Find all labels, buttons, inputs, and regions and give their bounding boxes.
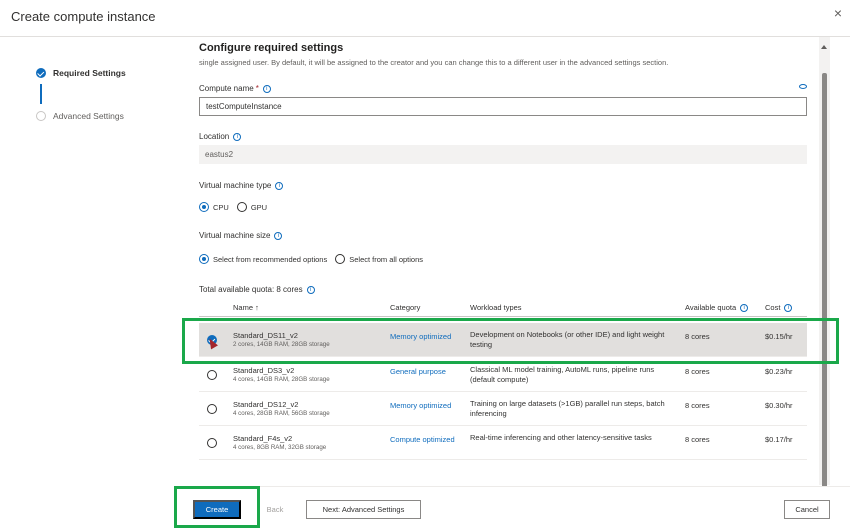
step-circle-icon: [36, 111, 46, 121]
table-row[interactable]: Standard_DS3_v2 4 cores, 14GB RAM, 28GB …: [199, 358, 807, 392]
info-icon[interactable]: i: [233, 132, 242, 141]
vm-cost: $0.15/hr: [765, 332, 793, 341]
row-radio[interactable]: [207, 404, 217, 414]
eye-icon[interactable]: [799, 84, 807, 89]
column-header-name[interactable]: Name ↑: [233, 303, 259, 312]
vm-category-link[interactable]: Compute optimized: [390, 435, 455, 444]
section-heading: Configure required settings: [199, 42, 344, 54]
table-row[interactable]: Standard_DS11_v2 2 cores, 14GB RAM, 28GB…: [199, 323, 807, 357]
vm-type-label: Virtual machine type i: [199, 181, 284, 190]
dialog-title: Create compute instance: [11, 9, 156, 24]
location-field: eastus2: [199, 145, 807, 164]
column-header-cost[interactable]: Cost i: [765, 303, 793, 312]
vm-name: Standard_F4s_v2: [233, 434, 293, 443]
info-icon[interactable]: i: [262, 84, 271, 93]
vm-name: Standard_DS11_v2: [233, 331, 298, 340]
vm-size-label: Virtual machine size i: [199, 231, 283, 240]
info-icon[interactable]: i: [275, 181, 284, 190]
next-advanced-settings-button[interactable]: Next: Advanced Settings: [306, 500, 421, 519]
vm-workload: Real-time inferencing and other latency-…: [470, 433, 652, 442]
info-icon[interactable]: i: [274, 231, 283, 240]
compute-name-input[interactable]: testComputeInstance: [199, 97, 807, 116]
back-button[interactable]: Back: [260, 500, 290, 519]
radio-all-options-label[interactable]: Select from all options: [349, 255, 423, 264]
info-icon[interactable]: i: [306, 285, 315, 294]
vm-specs: 4 cores, 14GB RAM, 28GB storage: [233, 376, 330, 383]
vm-workload: Development on Notebooks (or other IDE) …: [470, 330, 665, 349]
table-row[interactable]: Standard_DS12_v2 4 cores, 28GB RAM, 56GB…: [199, 392, 807, 426]
vertical-scrollbar[interactable]: [819, 37, 830, 510]
vm-specs: 4 cores, 28GB RAM, 56GB storage: [233, 410, 330, 417]
radio-cpu-label[interactable]: CPU: [213, 203, 229, 212]
radio-gpu-label[interactable]: GPU: [251, 203, 267, 212]
cancel-button[interactable]: Cancel: [784, 500, 830, 519]
vm-specs: 4 cores, 8GB RAM, 32GB storage: [233, 444, 327, 451]
vm-name: Standard_DS12_v2: [233, 400, 299, 409]
row-divider: [199, 459, 807, 460]
column-header-workload[interactable]: Workload types: [470, 303, 522, 312]
vm-workload: Classical ML model training, AutoML runs…: [470, 365, 655, 384]
title-bar: Create compute instance ×: [0, 0, 850, 36]
vm-category-link[interactable]: General purpose: [390, 367, 446, 376]
dialog-window: Create compute instance × Required Setti…: [0, 0, 850, 531]
table-row[interactable]: Standard_F4s_v2 4 cores, 8GB RAM, 32GB s…: [199, 426, 807, 460]
vm-quota: 8 cores: [685, 332, 710, 341]
radio-recommended[interactable]: [199, 254, 209, 264]
checkmark-icon: [36, 68, 46, 78]
vm-specs: 2 cores, 14GB RAM, 28GB storage: [233, 341, 330, 348]
vm-category-link[interactable]: Memory optimized: [390, 332, 451, 341]
create-button[interactable]: Create: [193, 500, 241, 519]
vm-cost: $0.30/hr: [765, 401, 793, 410]
vm-name: Standard_DS3_v2: [233, 366, 295, 375]
table-header-divider: [199, 316, 807, 317]
info-icon[interactable]: i: [784, 303, 793, 312]
step-label: Required Settings: [53, 68, 126, 78]
required-marker: *: [255, 84, 259, 93]
vm-cost: $0.23/hr: [765, 367, 793, 376]
radio-recommended-label[interactable]: Select from recommended options: [213, 255, 327, 264]
vm-quota: 8 cores: [685, 401, 710, 410]
vm-size-radio-group: Select from recommended options Select f…: [199, 254, 431, 264]
step-required-settings[interactable]: Required Settings: [36, 68, 126, 78]
vm-quota: 8 cores: [685, 367, 710, 376]
vm-cost: $0.17/hr: [765, 435, 793, 444]
quota-label: Total available quota: 8 cores i: [199, 285, 315, 294]
radio-cpu[interactable]: [199, 202, 209, 212]
vm-quota: 8 cores: [685, 435, 710, 444]
column-header-category[interactable]: Category: [390, 303, 420, 312]
vm-type-radio-group: CPU GPU: [199, 202, 275, 212]
step-label: Advanced Settings: [53, 111, 124, 121]
vm-category-link[interactable]: Memory optimized: [390, 401, 451, 410]
scroll-thumb[interactable]: [822, 73, 827, 510]
row-radio[interactable]: [207, 438, 217, 448]
dialog-footer: Create Back Next: Advanced Settings Canc…: [184, 486, 850, 531]
settings-panel: Configure required settings single assig…: [184, 37, 829, 485]
scroll-up-icon[interactable]: [821, 45, 827, 49]
radio-all-options[interactable]: [335, 254, 346, 264]
row-radio[interactable]: [207, 370, 217, 380]
info-icon[interactable]: i: [740, 303, 749, 312]
compute-name-label: Compute name * i: [199, 84, 271, 93]
vm-workload: Training on large datasets (>1GB) parall…: [470, 399, 665, 418]
row-divider: [199, 356, 807, 357]
location-label: Location i: [199, 132, 242, 141]
close-icon[interactable]: ×: [834, 5, 842, 21]
step-advanced-settings[interactable]: Advanced Settings: [36, 111, 124, 121]
radio-gpu[interactable]: [236, 202, 247, 212]
column-header-quota[interactable]: Available quota i: [685, 303, 749, 312]
wizard-steps: Required Settings Advanced Settings: [0, 37, 183, 485]
section-intro: single assigned user. By default, it wil…: [199, 58, 669, 67]
step-progress-line: [40, 84, 42, 104]
